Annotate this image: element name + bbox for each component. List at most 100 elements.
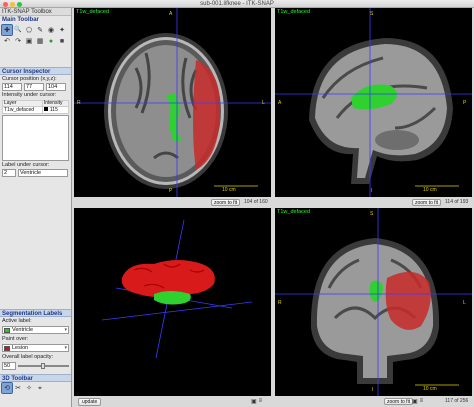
paint-over-caption: Paint over: — [2, 336, 29, 342]
sagittal-view[interactable]: T1w_defaced S I A P 10 cm — [275, 8, 472, 197]
axial-layer-label: T1w_defaced — [76, 9, 110, 15]
axial-footer — [74, 198, 271, 207]
toolbox-title: ITK-SNAP Toolbox — [0, 8, 71, 16]
coronal-scale-bar: 10 cm — [423, 386, 437, 392]
opacity-caption: Overall label opacity: — [2, 354, 54, 360]
axial-slice-counter: 104 of 160 — [244, 199, 268, 205]
toolbox-panel: ITK-SNAP Toolbox Main Toolbar ✚ 🔍 ⬠ ✎ ◉ … — [0, 8, 72, 407]
layer-cell: T1w_defaced — [2, 106, 43, 114]
coronal-zoom-to-fit-button[interactable]: zoom to fit — [384, 398, 414, 405]
rotate-icon[interactable]: ⟲ — [1, 382, 13, 394]
zoom-window-icon[interactable] — [17, 1, 22, 7]
camera-icon[interactable]: ▣ — [251, 398, 257, 405]
sagittal-slice-image — [275, 8, 472, 197]
redo-icon[interactable]: ↷ — [13, 36, 23, 46]
active-label-value: Ventricle — [12, 327, 34, 333]
cube-icon[interactable]: ■ — [57, 36, 67, 46]
opacity-slider[interactable] — [18, 363, 69, 369]
coronal-view[interactable]: T1w_defaced S I R L 10 cm — [275, 208, 472, 396]
chevron-down-icon: ▾ — [64, 345, 67, 351]
3d-toolbar-heading: 3D Toolbar — [0, 374, 71, 382]
axial-orient-left: R — [77, 100, 81, 106]
opacity-control: 50 — [0, 361, 71, 371]
3d-toolbar: ⟲ ✂ ✧ ⌖ — [0, 382, 71, 394]
image-icon[interactable]: ▦ — [35, 36, 45, 46]
toolbox-spacer — [0, 177, 71, 309]
table-row[interactable]: T1w_defaced 115 — [2, 106, 70, 114]
crosshair-icon[interactable]: ✚ — [1, 24, 13, 36]
main-toolbar: ✚ 🔍 ⬠ ✎ ◉ ✦ ↶ ↷ ▣ ▦ ● ■ — [0, 24, 71, 47]
menu-icon[interactable]: ≡ — [259, 398, 263, 405]
sagittal-scale-bar: 10 cm — [423, 187, 437, 193]
active-label-swatch — [4, 327, 10, 333]
axial-orient-top: A — [169, 11, 173, 17]
coronal-orient-right: L — [463, 300, 466, 306]
update-button[interactable]: update — [78, 398, 102, 406]
axial-slice-image — [74, 8, 271, 197]
axial-view[interactable]: T1w_defaced A P R L 10 cm — [74, 8, 271, 197]
axial-scale-bar: 10 cm — [222, 187, 236, 193]
sagittal-zoom-to-fit-button[interactable]: zoom to fit — [412, 199, 442, 206]
axial-zoom-to-fit-button[interactable]: zoom to fit — [211, 199, 241, 206]
cursor-position-label: Cursor position (x,y,z): — [2, 76, 57, 82]
window-controls — [3, 1, 22, 7]
main-toolbar-heading: Main Toolbar — [2, 17, 39, 23]
segmentation-labels-heading: Segmentation Labels — [0, 309, 71, 317]
annotation-icon[interactable]: ✦ — [57, 25, 67, 35]
cursor-z-field[interactable]: 104 — [46, 83, 66, 91]
undo-icon[interactable]: ↶ — [2, 36, 12, 46]
coronal-slice-counter: 117 of 256 — [445, 398, 469, 404]
active-label-caption: Active label: — [2, 318, 32, 324]
label-under-cursor-caption: Label under cursor: — [2, 162, 50, 168]
active-label-dropdown[interactable]: Ventricle ▾ — [2, 326, 69, 334]
chevron-down-icon: ▾ — [64, 327, 67, 333]
paint-over-value: Lesion — [12, 345, 29, 351]
coronal-footer-icons: ▣ ≡ — [412, 398, 423, 405]
paintbrush-icon[interactable]: ✎ — [35, 25, 45, 35]
intensity-cell: 115 — [41, 106, 70, 114]
sagittal-layer-label: T1w_defaced — [277, 9, 311, 15]
paint-over-dropdown[interactable]: Lesion ▾ — [2, 344, 69, 352]
3d-view-footer-icons: ▣ ≡ — [251, 398, 262, 405]
cursor-inspector-heading: Cursor Inspector — [0, 67, 71, 75]
scalpel-icon[interactable]: ✂ — [13, 383, 23, 393]
zoom-icon[interactable]: 🔍 — [13, 25, 23, 35]
minimize-icon[interactable] — [10, 1, 15, 7]
slider-handle[interactable] — [40, 363, 45, 369]
window-title: sub-001.lifknee - ITK-SNAP — [200, 1, 274, 7]
spray-icon[interactable]: ✧ — [24, 383, 34, 393]
coronal-orient-top: S — [370, 211, 374, 217]
3d-render-image — [101, 219, 253, 359]
intensity-value: 115 — [49, 107, 58, 113]
coronal-orient-left: R — [278, 300, 282, 306]
coronal-orient-bottom: I — [372, 387, 374, 393]
label-id-field: 2 — [2, 169, 16, 177]
3d-render-view[interactable] — [74, 208, 271, 396]
cursor-x-field[interactable]: 114 — [2, 83, 22, 91]
sagittal-orient-top: S — [370, 11, 374, 17]
sagittal-orient-left: A — [278, 100, 282, 106]
paint-over-swatch — [4, 345, 10, 351]
close-icon[interactable] — [3, 1, 8, 7]
window-titlebar: sub-001.lifknee - ITK-SNAP — [0, 0, 474, 8]
sagittal-slice-counter: 114 of 193 — [445, 199, 469, 205]
menu-icon[interactable]: ≡ — [420, 398, 424, 405]
coronal-slice-image — [275, 208, 472, 396]
intensity-label: Intensity under cursor: — [2, 92, 57, 98]
select-icon[interactable]: ⌖ — [35, 383, 45, 393]
axial-orient-bottom: P — [169, 188, 173, 194]
label-under-cursor-fields: 2 Ventricle — [0, 169, 71, 177]
axial-orient-right: L — [262, 100, 265, 106]
cursor-y-field[interactable]: 77 — [24, 83, 44, 91]
snake-icon[interactable]: ◉ — [46, 25, 56, 35]
coronal-layer-label: T1w_defaced — [277, 209, 311, 215]
color-circle-icon[interactable]: ● — [46, 36, 56, 46]
camera-icon[interactable]: ▣ — [412, 398, 418, 405]
polygon-icon[interactable]: ⬠ — [24, 25, 34, 35]
cursor-position-fields: 114 77 104 — [0, 83, 71, 91]
opacity-field[interactable]: 50 — [2, 362, 16, 370]
layers-icon[interactable]: ▣ — [24, 36, 34, 46]
sagittal-orient-right: P — [463, 100, 467, 106]
intensity-table: Layer Intensity T1w_defaced 115 — [2, 100, 70, 114]
label-name-field: Ventricle — [18, 169, 68, 177]
